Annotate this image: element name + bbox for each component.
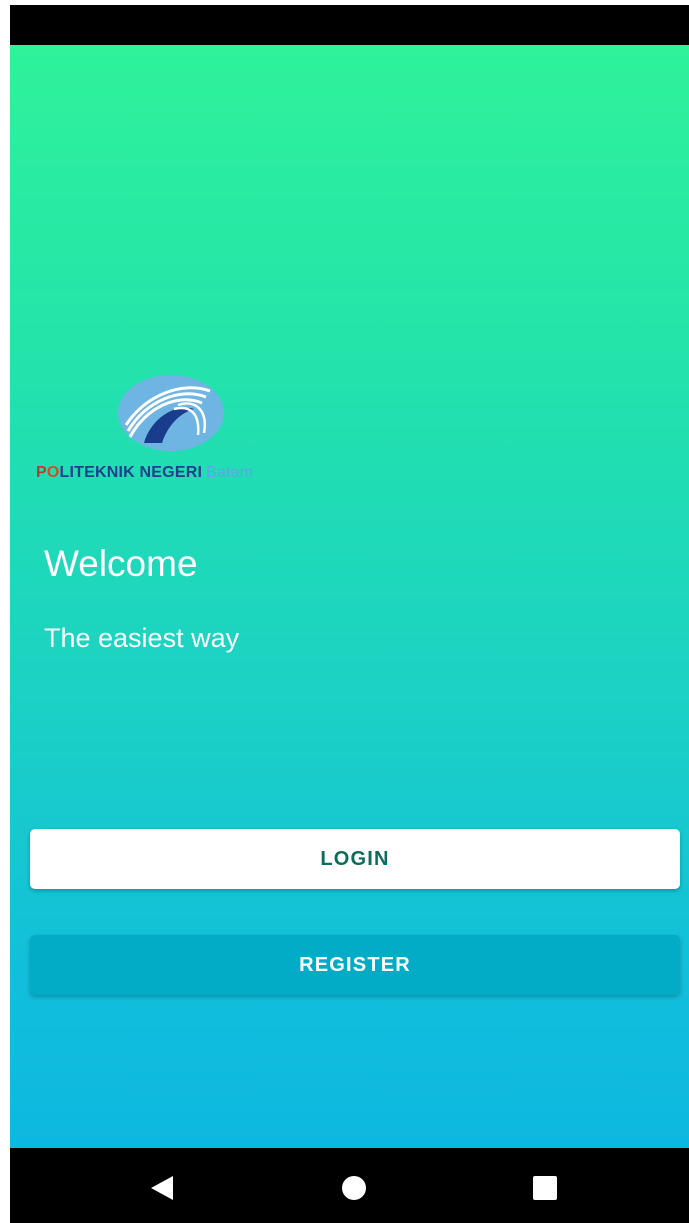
recent-square-icon (533, 1176, 557, 1200)
back-button[interactable] (142, 1170, 182, 1206)
back-triangle-icon (151, 1176, 173, 1200)
politeknik-wordmark: POLITEKNIK NEGERI Batam (36, 464, 253, 482)
politeknik-emblem-icon (118, 375, 224, 451)
phone-frame: POLITEKNIK NEGERI Batam Welcome The easie… (10, 5, 689, 1223)
navigation-bar (10, 1148, 689, 1223)
welcome-title: Welcome (44, 543, 198, 584)
wordmark-letter-o: O (46, 464, 60, 481)
welcome-subtitle: The easiest way (44, 623, 240, 653)
wordmark-city: Batam (206, 464, 254, 481)
home-circle-icon (342, 1176, 366, 1200)
register-button[interactable]: REGISTER (30, 935, 680, 995)
politeknik-logo: POLITEKNIK NEGERI Batam (36, 373, 316, 491)
wordmark-letter-p: P (36, 464, 47, 481)
wordmark-main: LITEKNIK NEGERI (59, 464, 203, 481)
home-button[interactable] (334, 1170, 374, 1206)
status-bar (10, 5, 689, 45)
recent-apps-button[interactable] (525, 1170, 565, 1206)
welcome-screen: POLITEKNIK NEGERI Batam Welcome The easie… (10, 45, 689, 1148)
login-button[interactable]: LOGIN (30, 829, 680, 889)
